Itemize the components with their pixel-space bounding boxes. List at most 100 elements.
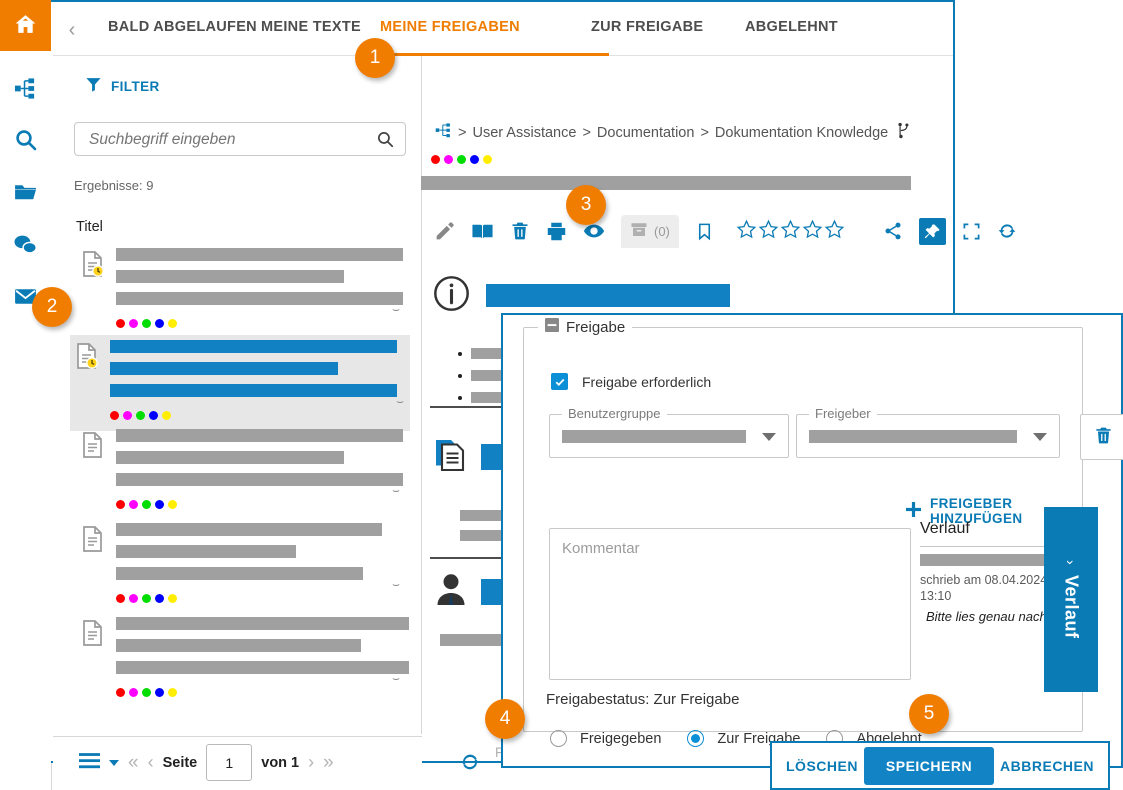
verlauf-title: Verlauf: [920, 520, 970, 537]
search-input[interactable]: [87, 123, 367, 157]
tab-bald-abgelaufen[interactable]: BALD ABGELAUFEN: [108, 19, 257, 56]
verlauf-author-placeholder: [920, 554, 1046, 566]
rating-stars[interactable]: [736, 219, 845, 243]
color-dot: [470, 155, 479, 164]
page-size-chevron-down-icon[interactable]: [109, 759, 119, 766]
tab-abgelehnt[interactable]: ABGELEHNT: [745, 19, 838, 56]
prev-page-button[interactable]: ‹: [148, 752, 154, 773]
breadcrumb-color-dots: [431, 155, 492, 164]
list-item-color-dots: [110, 411, 171, 420]
star-icon[interactable]: [824, 219, 845, 243]
hamburger-icon[interactable]: [79, 753, 100, 772]
list-item[interactable]: ⌣: [70, 335, 410, 431]
documents-detail-placeholder: [460, 510, 504, 550]
freigabestatus-line: Freigabestatus: Zur Freigabe: [546, 691, 740, 708]
home-icon: [13, 12, 38, 40]
delete-button[interactable]: LÖSCHEN: [786, 758, 858, 774]
list-item-color-dots: [116, 500, 177, 509]
color-dot: [483, 155, 492, 164]
comment-textarea[interactable]: Kommentar: [549, 528, 911, 680]
sidebar-rail: [0, 0, 52, 790]
callout-badge-2: 2: [32, 287, 72, 327]
filter-label: FILTER: [111, 78, 160, 94]
print-icon[interactable]: [546, 221, 567, 242]
radio-freigegeben[interactable]: [550, 730, 567, 747]
person-detail-placeholder: [440, 634, 502, 646]
pin-icon[interactable]: [918, 217, 946, 245]
sidebar-item-home[interactable]: [0, 0, 51, 51]
save-button[interactable]: SPEICHERN: [863, 746, 995, 785]
last-page-button[interactable]: »: [323, 752, 334, 774]
verlauf-tab-button[interactable]: › Verlauf: [1044, 507, 1098, 692]
first-page-button[interactable]: «: [128, 752, 139, 774]
breadcrumb-item-dokumentation-knowledge[interactable]: Dokumentation Knowledge: [715, 125, 888, 141]
breadcrumb-separator: >: [582, 124, 591, 141]
minus-box-icon[interactable]: [545, 318, 559, 336]
tab-bar: ‹ BALD ABGELAUFEN MEINE TEXTE MEINE FREI…: [53, 2, 953, 56]
tab-zur-freigabe[interactable]: ZUR FREIGABE: [591, 19, 703, 56]
list-item-expand-indicator: ⌣: [392, 302, 400, 316]
fullscreen-icon[interactable]: [962, 222, 981, 241]
trash-icon[interactable]: [510, 221, 530, 241]
plus-icon: [906, 502, 921, 520]
refresh-icon[interactable]: [997, 221, 1017, 241]
sidebar-item-chat[interactable]: [0, 220, 51, 271]
search-icon[interactable]: [376, 130, 395, 152]
book-icon[interactable]: [471, 220, 494, 243]
search-box[interactable]: [74, 122, 406, 157]
next-page-button[interactable]: ›: [308, 752, 314, 773]
sidebar-item-folder[interactable]: [0, 168, 51, 219]
breadcrumb-item-user-assistance[interactable]: User Assistance: [472, 125, 576, 141]
list-item[interactable]: ⌣: [76, 243, 406, 339]
list-item-expand-indicator: ⌣: [392, 671, 400, 685]
document-icon: [82, 620, 104, 649]
breadcrumb-item-documentation[interactable]: Documentation: [597, 125, 695, 141]
column-header-titel: Titel: [76, 219, 103, 235]
tab-meine-freigaben[interactable]: MEINE FREIGABEN: [380, 19, 520, 56]
list-item[interactable]: ⌣: [76, 612, 409, 708]
filter-button[interactable]: FILTER: [85, 74, 160, 98]
color-dot: [444, 155, 453, 164]
verlauf-note: Bitte lies genau nach.: [926, 609, 1051, 624]
list-item[interactable]: ⌣: [76, 518, 406, 614]
page-number-input[interactable]: [206, 744, 253, 781]
chevron-down-icon[interactable]: [1033, 433, 1047, 441]
branch-icon[interactable]: [896, 122, 911, 143]
filter-icon: [85, 76, 102, 96]
freigeber-label: Freigeber: [809, 406, 877, 421]
bookmark-icon[interactable]: [695, 221, 714, 242]
share-icon[interactable]: [883, 221, 903, 241]
breadcrumb-separator: >: [458, 124, 467, 141]
freigabe-required-checkbox[interactable]: [551, 373, 568, 390]
folder-icon: [13, 180, 38, 208]
refresh-icon[interactable]: [459, 751, 481, 776]
star-icon[interactable]: [736, 219, 757, 243]
star-icon[interactable]: [780, 219, 801, 243]
callout-badge-1: 1: [355, 38, 395, 78]
benutzergruppe-label: Benutzergruppe: [562, 406, 667, 421]
cancel-button[interactable]: ABBRECHEN: [1000, 758, 1094, 774]
delete-approver-button[interactable]: [1080, 414, 1123, 460]
trash-icon: [1094, 426, 1113, 448]
list-item-text-placeholder: [110, 340, 397, 406]
star-icon[interactable]: [802, 219, 823, 243]
edit-icon[interactable]: [434, 221, 455, 242]
person-icon: [433, 572, 469, 611]
tab-back-chevron-icon[interactable]: ‹: [61, 19, 83, 41]
sidebar-item-search[interactable]: [0, 116, 51, 167]
radio-zur-freigabe[interactable]: [687, 730, 705, 747]
list-item-expand-indicator: ⌣: [392, 483, 400, 497]
sidebar-item-hierarchy[interactable]: [0, 64, 51, 115]
archive-button[interactable]: (0): [621, 214, 679, 248]
chevron-down-icon[interactable]: [762, 433, 776, 441]
freigabe-dialog: Freigabe Freigabe erforderlich Benutzerg…: [501, 313, 1123, 768]
benutzergruppe-select[interactable]: Benutzergruppe: [549, 406, 789, 458]
list-item[interactable]: ⌣: [76, 424, 406, 520]
star-icon[interactable]: [758, 219, 779, 243]
results-count: Ergebnisse: 9: [74, 178, 154, 193]
freigeber-select[interactable]: Freigeber: [796, 406, 1060, 458]
benutzergruppe-value-placeholder: [562, 430, 746, 443]
callout-badge-3: 3: [566, 185, 606, 225]
freigeber-value-placeholder: [809, 430, 1017, 443]
tab-meine-texte[interactable]: MEINE TEXTE: [261, 19, 361, 56]
